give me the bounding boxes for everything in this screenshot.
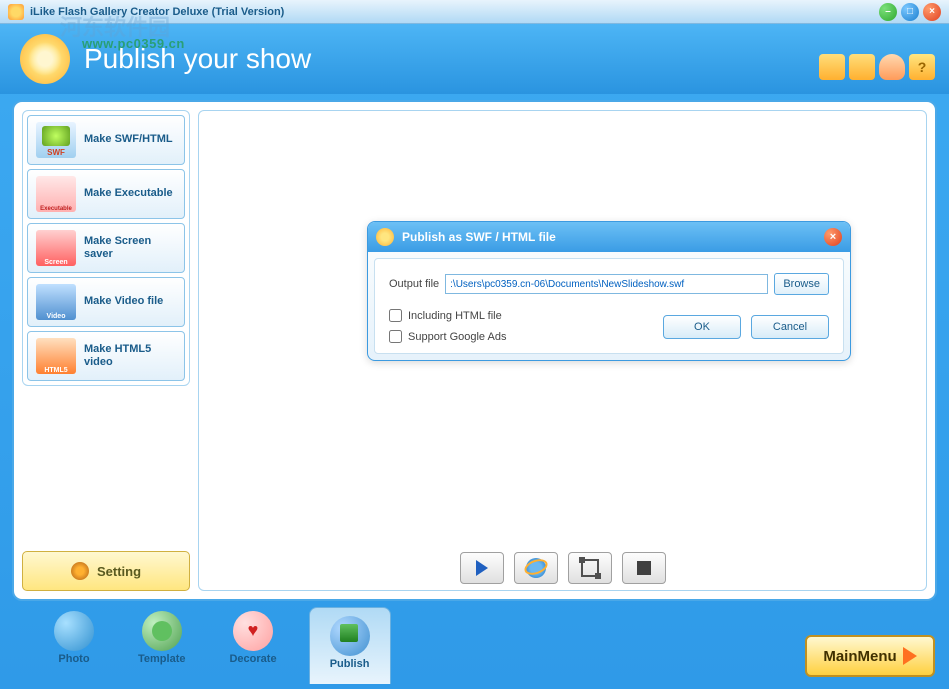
include-html-label: Including HTML file: [408, 310, 502, 322]
setting-label: Setting: [97, 564, 141, 579]
mainmenu-label: MainMenu: [823, 648, 896, 665]
dialog-body: Output file Browse Including HTML file S…: [374, 258, 844, 354]
browse-button[interactable]: Browse: [774, 273, 829, 295]
decorate-icon: [233, 611, 273, 651]
fullscreen-icon: [581, 559, 599, 577]
template-icon: [142, 611, 182, 651]
sidebar-label: Make Screen saver: [84, 235, 176, 261]
tab-label: Publish: [330, 658, 370, 670]
make-swf-button[interactable]: Make SWF/HTML: [27, 115, 185, 165]
tab-label: Decorate: [229, 653, 276, 665]
stop-icon: [637, 561, 651, 575]
tab-publish[interactable]: Publish: [309, 607, 391, 684]
main-panel: Make SWF/HTML Make Executable Make Scree…: [12, 100, 937, 601]
help-icon[interactable]: ?: [909, 54, 935, 80]
sidebar-label: Make Executable: [84, 187, 173, 200]
bottom-nav: Photo Template Decorate Publish: [12, 607, 937, 683]
sidebar-label: Make SWF/HTML: [84, 133, 173, 146]
play-button[interactable]: [460, 552, 504, 584]
stop-button[interactable]: [622, 552, 666, 584]
executable-icon: [36, 176, 76, 212]
make-html5-button[interactable]: Make HTML5 video: [27, 331, 185, 381]
setting-button[interactable]: Setting: [22, 551, 190, 591]
minimize-button[interactable]: –: [879, 3, 897, 21]
app-icon: [8, 4, 24, 20]
include-html-checkbox[interactable]: [389, 309, 402, 322]
watermark-url: www.pc0359.cn: [82, 36, 185, 51]
publish-dialog: Publish as SWF / HTML file × Output file…: [367, 221, 851, 361]
cancel-button[interactable]: Cancel: [751, 315, 829, 339]
mainmenu-button[interactable]: MainMenu: [805, 635, 935, 677]
sidebar-panel: Make SWF/HTML Make Executable Make Scree…: [22, 110, 190, 386]
content-area: Publish as SWF / HTML file × Output file…: [198, 110, 927, 591]
publish-icon: [330, 616, 370, 656]
output-label: Output file: [389, 278, 439, 290]
preview-browser-button[interactable]: [514, 552, 558, 584]
sidebar-label: Make Video file: [84, 295, 163, 308]
fullscreen-button[interactable]: [568, 552, 612, 584]
screensaver-icon: [36, 230, 76, 266]
dialog-close-button[interactable]: ×: [824, 228, 842, 246]
video-icon: [36, 284, 76, 320]
header-tools: ?: [819, 54, 935, 80]
make-screensaver-button[interactable]: Make Screen saver: [27, 223, 185, 273]
google-ads-label: Support Google Ads: [408, 331, 506, 343]
user-icon[interactable]: [879, 54, 905, 80]
tab-label: Photo: [58, 653, 89, 665]
dialog-titlebar: Publish as SWF / HTML file ×: [368, 222, 850, 252]
play-icon: [476, 560, 488, 576]
dialog-title: Publish as SWF / HTML file: [402, 230, 556, 244]
playback-controls: [460, 552, 666, 584]
tab-template[interactable]: Template: [126, 607, 197, 684]
gear-icon: [71, 562, 89, 580]
arrow-right-icon: [903, 647, 917, 665]
make-executable-button[interactable]: Make Executable: [27, 169, 185, 219]
make-video-button[interactable]: Make Video file: [27, 277, 185, 327]
photo-icon: [54, 611, 94, 651]
google-ads-checkbox[interactable]: [389, 330, 402, 343]
maximize-button[interactable]: □: [901, 3, 919, 21]
close-button[interactable]: ×: [923, 3, 941, 21]
nav-tabs: Photo Template Decorate Publish: [42, 607, 391, 684]
save-folder-icon[interactable]: [849, 54, 875, 80]
swf-icon: [36, 122, 76, 158]
ie-icon: [526, 558, 546, 578]
tab-label: Template: [138, 653, 185, 665]
ok-button[interactable]: OK: [663, 315, 741, 339]
dialog-icon: [376, 228, 394, 246]
output-row: Output file Browse: [389, 273, 829, 295]
tab-photo[interactable]: Photo: [42, 607, 106, 684]
html5-icon: [36, 338, 76, 374]
sidebar: Make SWF/HTML Make Executable Make Scree…: [22, 110, 190, 591]
tab-decorate[interactable]: Decorate: [217, 607, 288, 684]
sidebar-label: Make HTML5 video: [84, 343, 176, 369]
open-folder-icon[interactable]: [819, 54, 845, 80]
output-file-input[interactable]: [445, 274, 768, 294]
